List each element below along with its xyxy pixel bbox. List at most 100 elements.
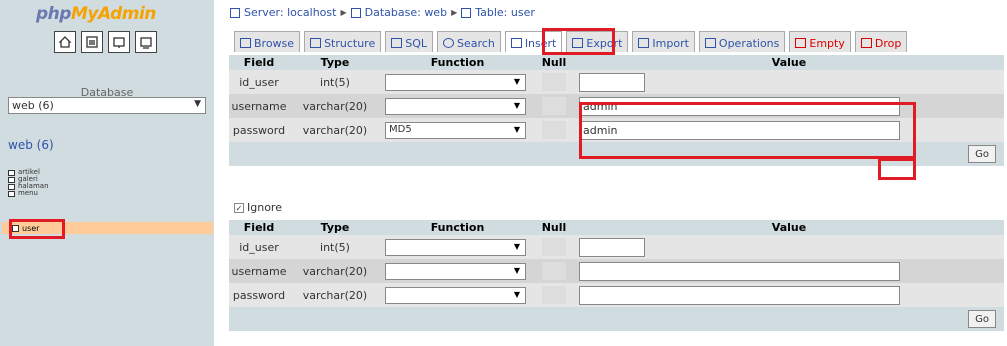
query-window-icon[interactable]: [81, 31, 103, 53]
null-cell: [542, 121, 566, 139]
column-header-type: Type: [289, 220, 381, 235]
database-icon: [350, 7, 361, 18]
column-header-field: Field: [229, 220, 289, 235]
database-heading[interactable]: web (6): [8, 138, 54, 152]
field-name: id_user: [229, 70, 289, 94]
sql-docs-icon[interactable]: [135, 31, 157, 53]
column-header-field: Field: [229, 55, 289, 70]
browse-icon: [240, 38, 251, 48]
table-header-row: Field Type Function Null Value: [229, 220, 1004, 235]
function-select[interactable]: ▼: [385, 262, 526, 280]
value-input-password[interactable]: [579, 285, 900, 305]
field-type: varchar(20): [289, 283, 381, 307]
highlight-box-values: [579, 102, 916, 159]
field-type: int(5): [289, 235, 381, 259]
field-type: varchar(20): [289, 118, 381, 142]
field-name: password: [229, 283, 289, 307]
phpmyadmin-logo[interactable]: phpMyAdmin: [36, 4, 156, 24]
chevron-down-icon: ▼: [513, 289, 520, 299]
tab-sql[interactable]: SQL: [385, 31, 434, 52]
form-footer-row: Go: [229, 307, 1004, 331]
column-header-null: Null: [534, 220, 574, 235]
column-header-function: Function: [381, 220, 534, 235]
search-icon: [443, 38, 455, 48]
tab-import[interactable]: Import: [632, 31, 695, 52]
null-cell: [542, 286, 566, 304]
server-icon: [230, 7, 240, 18]
nav-icon-row: [54, 31, 157, 53]
tab-structure[interactable]: Structure: [304, 31, 382, 52]
breadcrumb: Server: localhost ▶ Database: web ▶ Tabl…: [230, 6, 535, 19]
field-name: username: [229, 259, 289, 283]
tab-drop[interactable]: Drop: [854, 31, 908, 52]
insert-form-2: Field Type Function Null Value id_user i…: [229, 220, 1004, 331]
structure-icon: [310, 38, 322, 48]
go-button[interactable]: Go: [968, 145, 996, 163]
drop-icon: [860, 38, 872, 48]
chevron-down-icon: ▼: [513, 124, 520, 134]
ignore-checkbox[interactable]: ✓: [234, 202, 244, 213]
chevron-down-icon: ▼: [194, 99, 201, 109]
field-type: int(5): [289, 70, 381, 94]
field-type: varchar(20): [289, 94, 381, 118]
home-icon[interactable]: [54, 31, 76, 53]
tab-browse[interactable]: Browse: [234, 31, 301, 52]
field-name: password: [229, 118, 289, 142]
column-header-value: Value: [574, 55, 1004, 70]
table-list: artikel galeri halaman menu: [8, 169, 49, 197]
highlight-box-user: [9, 219, 65, 239]
database-select[interactable]: web (6) ▼: [8, 97, 206, 114]
value-input-id-user[interactable]: [579, 237, 645, 257]
table-icon: [8, 190, 15, 197]
table-row: id_user int(5) ▼: [229, 235, 1004, 259]
function-select[interactable]: ▼: [385, 286, 526, 304]
table-icon: [8, 176, 15, 183]
chevron-down-icon: ▼: [513, 241, 520, 251]
highlight-box-go: [878, 158, 916, 180]
table-icon: [8, 183, 15, 190]
column-header-null: Null: [534, 55, 574, 70]
import-icon: [638, 38, 650, 48]
field-name: username: [229, 94, 289, 118]
chevron-right-icon: ▶: [340, 8, 347, 17]
table-row: id_user int(5) ▼: [229, 70, 1004, 94]
ignore-option[interactable]: ✓ Ignore: [234, 201, 282, 214]
breadcrumb-server[interactable]: Server: localhost: [244, 6, 336, 19]
function-select[interactable]: ▼: [385, 97, 526, 115]
function-select[interactable]: ▼: [385, 238, 526, 256]
navigation-frame: phpMyAdmin Database web (6) ▼ web (6) ar…: [0, 0, 214, 346]
table-header-row: Field Type Function Null Value: [229, 55, 1004, 70]
table-row: username varchar(20) ▼: [229, 259, 1004, 283]
tab-empty[interactable]: Empty: [789, 31, 851, 52]
null-cell: [542, 262, 566, 280]
null-cell: [542, 97, 566, 115]
field-name: id_user: [229, 235, 289, 259]
table-icon: [8, 169, 15, 176]
breadcrumb-table[interactable]: Table: user: [475, 6, 535, 19]
table-icon: [461, 7, 472, 18]
value-input-id-user[interactable]: [579, 72, 645, 92]
function-select[interactable]: ▼: [385, 73, 526, 91]
highlight-box-insert-tab: [542, 28, 615, 55]
function-select[interactable]: MD5 ▼: [385, 121, 526, 139]
go-button[interactable]: Go: [968, 310, 996, 328]
column-header-function: Function: [381, 55, 534, 70]
docs-icon[interactable]: [108, 31, 130, 53]
insert-icon: [510, 38, 522, 48]
column-header-type: Type: [289, 55, 381, 70]
sql-icon: [391, 38, 403, 48]
table-list-item[interactable]: menu: [8, 190, 49, 197]
chevron-down-icon: ▼: [513, 265, 520, 275]
field-type: varchar(20): [289, 259, 381, 283]
null-cell: [542, 73, 566, 91]
column-header-value: Value: [574, 220, 1004, 235]
breadcrumb-database[interactable]: Database: web: [365, 6, 447, 19]
chevron-right-icon: ▶: [451, 8, 458, 17]
null-cell: [542, 238, 566, 256]
chevron-down-icon: ▼: [513, 76, 520, 86]
value-input-username[interactable]: [579, 261, 900, 281]
tab-search[interactable]: Search: [437, 31, 501, 52]
empty-icon: [795, 38, 807, 48]
tab-operations[interactable]: Operations: [698, 31, 786, 52]
table-row: password varchar(20) ▼: [229, 283, 1004, 307]
